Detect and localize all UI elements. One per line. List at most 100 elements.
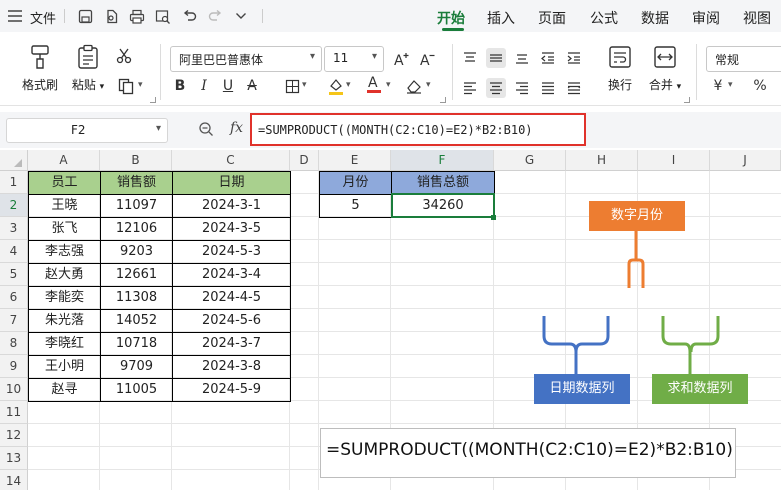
employee-cell[interactable]: 王小明 [29, 356, 101, 379]
group-expand-icon[interactable] [440, 97, 446, 103]
employee-cell[interactable]: 朱光落 [29, 310, 101, 333]
file-menu[interactable]: 文件 [30, 8, 56, 27]
sales-cell[interactable]: 10718 [101, 333, 173, 356]
sales-cell[interactable]: 11005 [101, 379, 173, 402]
currency-icon[interactable]: ¥ [708, 76, 728, 96]
formula-input[interactable]: =SUMPRODUCT((MONTH(C2:C10)=E2)*B2:B10) [250, 113, 586, 146]
row-header-11[interactable]: 11 [0, 401, 28, 424]
align-left-icon[interactable] [460, 78, 480, 98]
employee-cell[interactable]: 赵寻 [29, 379, 101, 402]
italic-icon[interactable]: I [194, 76, 214, 96]
column-header-h[interactable]: H [566, 150, 638, 171]
employee-cell[interactable]: 李志强 [29, 241, 101, 264]
align-bottom-icon[interactable] [512, 48, 532, 68]
date-cell[interactable]: 2024-3-4 [173, 264, 291, 287]
row-header-3[interactable]: 3 [0, 217, 28, 240]
tab-formula[interactable]: 公式 [590, 8, 618, 28]
employee-cell[interactable]: 李晓红 [29, 333, 101, 356]
sales-cell[interactable]: 12661 [101, 264, 173, 287]
wrap-text-button[interactable]: 换行 [598, 42, 642, 93]
underline-icon[interactable]: U [218, 76, 238, 96]
borders-icon[interactable] [282, 76, 302, 96]
font-family-select[interactable]: 阿里巴巴普惠体 ▾ [170, 46, 322, 72]
month-value-cell[interactable]: 5 [320, 195, 392, 218]
bold-icon[interactable]: B [170, 76, 190, 96]
sales-cell[interactable]: 9203 [101, 241, 173, 264]
employee-cell[interactable]: 李能奕 [29, 287, 101, 310]
decrease-font-size-icon[interactable]: A [418, 49, 438, 69]
fill-color-icon[interactable] [326, 76, 346, 96]
date-cell[interactable]: 2024-5-9 [173, 379, 291, 402]
date-cell[interactable]: 2024-3-5 [173, 218, 291, 241]
merge-button[interactable]: 合并 ▾ [642, 42, 688, 93]
summary-header-total[interactable]: 销售总额 [392, 172, 495, 195]
font-color-icon[interactable]: A [364, 74, 384, 94]
redo-icon[interactable] [206, 7, 224, 25]
tab-review[interactable]: 审阅 [692, 8, 720, 28]
row-header-4[interactable]: 4 [0, 240, 28, 263]
group-expand-icon[interactable] [684, 97, 690, 103]
column-header-e[interactable]: E [319, 150, 391, 171]
copy-icon[interactable] [116, 76, 136, 96]
row-header-10[interactable]: 10 [0, 378, 28, 401]
fill-handle[interactable] [491, 215, 496, 220]
row-header-12[interactable]: 12 [0, 424, 28, 447]
align-right-icon[interactable] [512, 78, 532, 98]
date-cell[interactable]: 2024-5-6 [173, 310, 291, 333]
date-cell[interactable]: 2024-3-8 [173, 356, 291, 379]
row-header-2[interactable]: 2 [0, 194, 28, 217]
tab-home[interactable]: 开始 [437, 8, 465, 28]
sales-cell[interactable]: 9709 [101, 356, 173, 379]
zoom-formula-icon[interactable] [198, 121, 214, 141]
save-icon[interactable] [76, 7, 94, 25]
strikethrough-icon[interactable]: A [242, 76, 262, 96]
clear-format-icon[interactable] [404, 76, 424, 96]
column-header-i[interactable]: I [638, 150, 710, 171]
sales-cell[interactable]: 14052 [101, 310, 173, 333]
group-expand-icon[interactable] [150, 97, 156, 103]
column-header-b[interactable]: B [100, 150, 172, 171]
tab-view[interactable]: 视图 [743, 8, 771, 28]
row-header-14[interactable]: 14 [0, 470, 28, 490]
align-middle-icon[interactable] [486, 48, 506, 68]
align-top-icon[interactable] [460, 48, 480, 68]
print-preview-icon[interactable] [154, 7, 172, 25]
decrease-indent-icon[interactable] [538, 48, 558, 68]
justify-icon[interactable] [538, 78, 558, 98]
paste-button[interactable]: 粘贴 ▾ [66, 42, 110, 93]
tab-page[interactable]: 页面 [538, 8, 566, 28]
chevron-down-icon[interactable]: ▾ [426, 80, 431, 90]
font-size-select[interactable]: 11 ▾ [324, 46, 384, 72]
summary-header-month[interactable]: 月份 [320, 172, 392, 195]
increase-indent-icon[interactable] [564, 48, 584, 68]
format-painter-button[interactable]: 格式刷 [18, 42, 62, 93]
align-center-icon[interactable] [486, 78, 506, 98]
cut-icon[interactable] [114, 46, 134, 66]
row-header-5[interactable]: 5 [0, 263, 28, 286]
table-header-sales[interactable]: 销售额 [101, 172, 173, 195]
tab-insert[interactable]: 插入 [487, 8, 515, 28]
distributed-align-icon[interactable] [564, 78, 584, 98]
column-header-j[interactable]: J [710, 150, 781, 171]
hamburger-menu-icon[interactable] [6, 7, 24, 25]
row-header-9[interactable]: 9 [0, 355, 28, 378]
print-icon[interactable] [128, 7, 146, 25]
chevron-down-icon[interactable]: ▾ [728, 80, 733, 90]
select-all-corner[interactable] [0, 150, 28, 171]
undo-icon[interactable] [180, 7, 198, 25]
column-header-g[interactable]: G [494, 150, 566, 171]
sales-cell[interactable]: 11308 [101, 287, 173, 310]
sales-cell[interactable]: 11097 [101, 195, 173, 218]
employee-cell[interactable]: 赵大勇 [29, 264, 101, 287]
column-header-d[interactable]: D [290, 150, 319, 171]
date-cell[interactable]: 2024-5-3 [173, 241, 291, 264]
export-pdf-icon[interactable] [102, 7, 120, 25]
tab-data[interactable]: 数据 [641, 8, 669, 28]
chevron-down-icon[interactable]: ▾ [138, 80, 143, 90]
chevron-down-icon[interactable]: ▾ [386, 80, 391, 90]
row-header-6[interactable]: 6 [0, 286, 28, 309]
chevron-down-icon[interactable]: ▾ [302, 80, 307, 90]
increase-font-size-icon[interactable]: A [392, 49, 412, 69]
row-header-1[interactable]: 1 [0, 171, 28, 194]
chevron-down-icon[interactable] [232, 7, 250, 25]
